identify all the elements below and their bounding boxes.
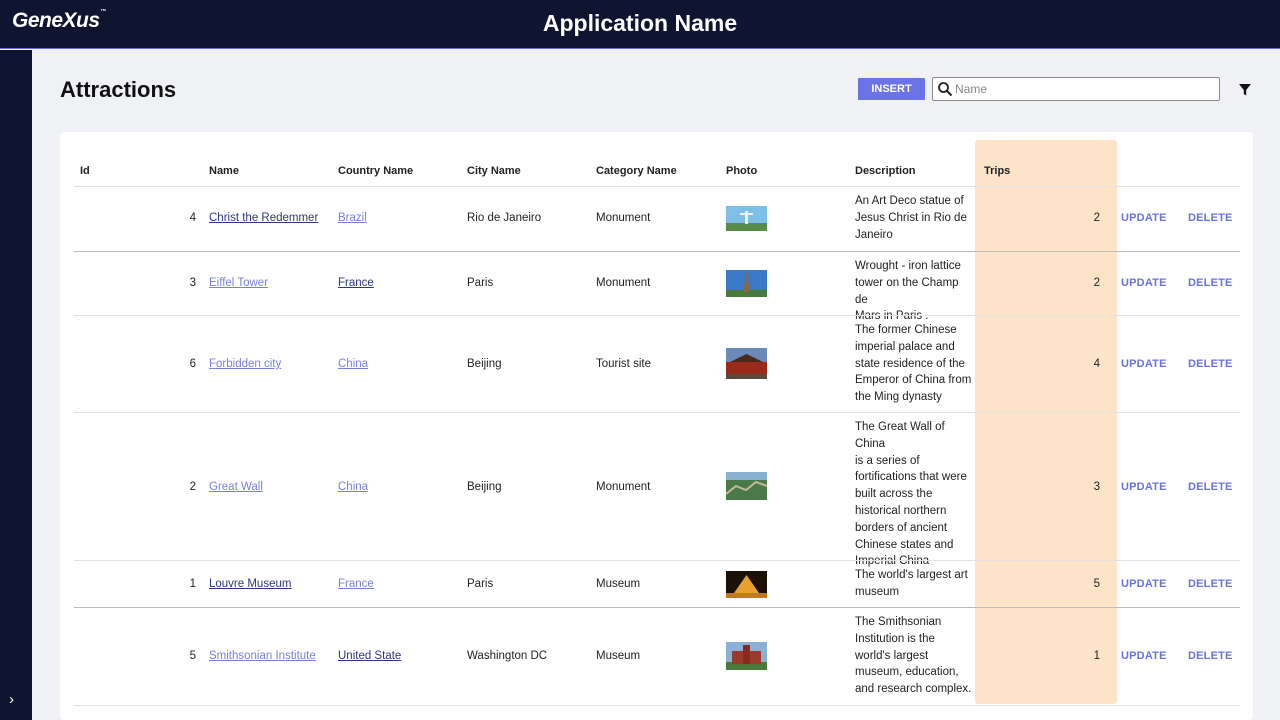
cell-category: Monument (596, 212, 651, 224)
cell-city: Paris (467, 277, 494, 289)
cell-category: Monument (596, 277, 651, 289)
update-button[interactable]: UPDATE (1121, 212, 1167, 224)
header-photo[interactable]: Photo (726, 165, 757, 177)
row-divider (74, 315, 1240, 316)
attraction-photo[interactable] (726, 642, 767, 670)
row-divider (74, 705, 1240, 706)
header-category-name[interactable]: Category Name (596, 165, 677, 177)
update-button[interactable]: UPDATE (1121, 277, 1167, 289)
cell-trips: 2 (1093, 277, 1100, 289)
header-trips[interactable]: Trips (984, 165, 1010, 177)
cell-city: Rio de Janeiro (467, 212, 542, 224)
delete-button[interactable]: DELETE (1188, 481, 1233, 493)
header-country-name[interactable]: Country Name (338, 165, 413, 177)
row-divider (74, 412, 1240, 413)
trips-column-highlight (975, 140, 1117, 704)
attraction-name-link[interactable]: Great Wall (209, 481, 263, 493)
cell-description: An Art Deco statue of Jesus Christ in Rio… (855, 195, 967, 241)
delete-button[interactable]: DELETE (1188, 212, 1233, 224)
update-button[interactable]: UPDATE (1121, 650, 1167, 662)
update-button[interactable]: UPDATE (1121, 481, 1167, 493)
attraction-photo[interactable] (726, 348, 767, 379)
country-name-link[interactable]: United State (338, 650, 401, 662)
cell-category: Museum (596, 578, 641, 590)
country-name-link[interactable]: China (338, 358, 368, 370)
delete-button[interactable]: DELETE (1188, 650, 1233, 662)
attraction-photo[interactable] (726, 206, 767, 231)
cell-description: The former Chinese imperial palace and sta… (855, 324, 972, 404)
cell-id: 1 (189, 578, 196, 590)
cell-trips: 2 (1093, 212, 1100, 224)
attraction-photo[interactable] (726, 270, 767, 297)
attraction-name-link[interactable]: Forbidden city (209, 358, 281, 370)
attraction-name-link[interactable]: Eiffel Tower (209, 277, 268, 289)
cell-description: The world's largest art museum (855, 569, 968, 598)
cell-trips: 4 (1093, 358, 1100, 370)
cell-id: 4 (189, 212, 196, 224)
cell-id: 3 (189, 277, 196, 289)
cell-description: The Smithsonian Institution is the world's… (855, 616, 972, 696)
sidebar: › (0, 50, 32, 720)
cell-city: Washington DC (467, 650, 548, 662)
cell-city: Paris (467, 578, 494, 590)
insert-button[interactable]: INSERT (858, 78, 925, 100)
header-divider (74, 186, 1240, 187)
cell-id: 5 (189, 650, 196, 662)
delete-button[interactable]: DELETE (1188, 358, 1233, 370)
cell-city: Beijing (467, 481, 502, 493)
header-id[interactable]: Id (80, 165, 90, 177)
row-divider (74, 251, 1240, 252)
row-divider (74, 560, 1240, 561)
cell-category: Monument (596, 481, 651, 493)
cell-trips: 3 (1093, 481, 1100, 493)
header-city-name[interactable]: City Name (467, 165, 521, 177)
cell-id: 6 (189, 358, 196, 370)
attraction-name-link[interactable]: Louvre Museum (209, 578, 291, 590)
update-button[interactable]: UPDATE (1121, 358, 1167, 370)
cell-category: Museum (596, 650, 641, 662)
delete-button[interactable]: DELETE (1188, 578, 1233, 590)
cell-category: Tourist site (596, 358, 651, 370)
header-description[interactable]: Description (855, 165, 916, 177)
country-name-link[interactable]: Brazil (338, 212, 367, 224)
country-name-link[interactable]: China (338, 481, 368, 493)
attraction-photo[interactable] (726, 571, 767, 598)
header-name[interactable]: Name (209, 165, 239, 177)
search-icon (938, 82, 953, 97)
app-title: Application Name (542, 10, 738, 36)
attraction-name-link[interactable]: Christ the Redemmer (209, 212, 318, 224)
cell-description: The Great Wall of China is a series of for… (855, 421, 967, 568)
cell-trips: 1 (1093, 650, 1100, 662)
search-input[interactable] (955, 80, 1215, 98)
update-button[interactable]: UPDATE (1121, 578, 1167, 590)
country-name-link[interactable]: France (338, 277, 374, 289)
cell-trips: 5 (1093, 578, 1100, 590)
country-name-link[interactable]: France (338, 578, 374, 590)
delete-button[interactable]: DELETE (1188, 277, 1233, 289)
row-divider (74, 607, 1240, 608)
cell-id: 2 (189, 481, 196, 493)
search-box[interactable] (932, 77, 1220, 101)
attraction-name-link[interactable]: Smithsonian Institute (209, 650, 316, 662)
top-bar: GeneXus™ Application Name (0, 0, 1280, 49)
chevron-right-icon[interactable]: › (9, 691, 14, 708)
filter-icon[interactable] (1238, 83, 1252, 97)
attraction-photo[interactable] (726, 472, 767, 500)
page-title: Attractions (60, 77, 177, 102)
cell-city: Beijing (467, 358, 502, 370)
